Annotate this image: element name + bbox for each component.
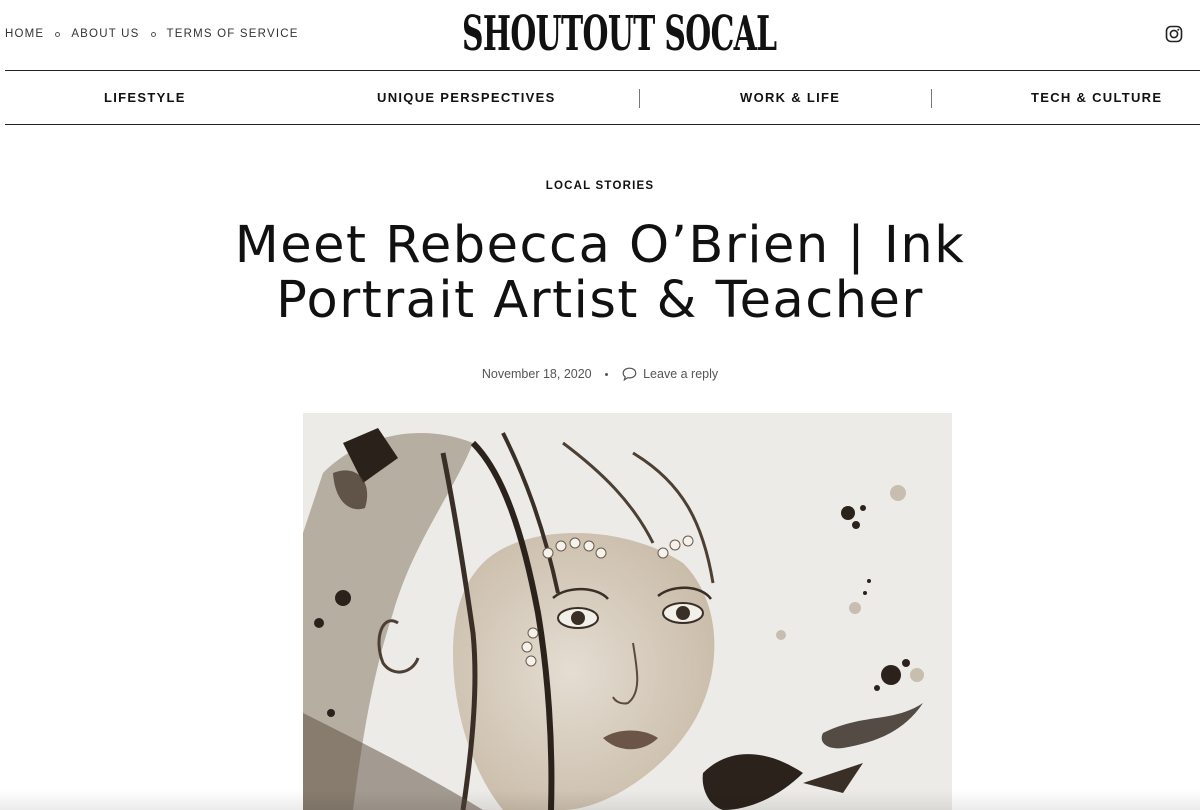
category-tech-culture[interactable]: TECH & CULTURE <box>1031 90 1162 105</box>
leave-reply-label: Leave a reply <box>643 367 719 381</box>
category-nav: LIFESTYLE UNIQUE PERSPECTIVES WORK & LIF… <box>5 70 1200 125</box>
nav-about-link[interactable]: ABOUT US <box>71 28 139 40</box>
site-logo[interactable]: SHOUTOUT SOCAL <box>462 6 777 64</box>
article-date: November 18, 2020 <box>481 367 592 381</box>
leave-reply-link[interactable]: Leave a reply <box>622 367 719 382</box>
meta-separator <box>605 373 609 377</box>
site-header: HOME ABOUT US TERMS OF SERVICE SHOUTOUT … <box>0 0 1200 70</box>
top-nav: HOME ABOUT US TERMS OF SERVICE <box>5 28 299 40</box>
article-title-line-1: Meet Rebecca O’Brien | Ink <box>234 216 966 275</box>
nav-divider <box>639 89 640 108</box>
nav-separator <box>55 31 61 37</box>
category-unique-perspectives[interactable]: UNIQUE PERSPECTIVES <box>377 90 556 105</box>
article-title-line-2: Portrait Artist & Teacher <box>276 271 924 330</box>
article-category-link[interactable]: LOCAL STORIES <box>0 180 1200 192</box>
instagram-icon[interactable] <box>1165 25 1183 43</box>
category-work-life[interactable]: WORK & LIFE <box>740 90 840 105</box>
nav-terms-link[interactable]: TERMS OF SERVICE <box>167 28 299 40</box>
article-meta: November 18, 2020 Leave a reply <box>0 367 1200 382</box>
speech-bubble-icon <box>622 367 643 382</box>
nav-divider <box>931 89 932 108</box>
article-title: Meet Rebecca O’Brien | Ink Portrait Arti… <box>200 218 1000 328</box>
featured-image-ink-portrait <box>303 413 952 810</box>
nav-home-link[interactable]: HOME <box>5 28 44 40</box>
category-lifestyle[interactable]: LIFESTYLE <box>104 90 186 105</box>
nav-separator <box>150 31 156 37</box>
